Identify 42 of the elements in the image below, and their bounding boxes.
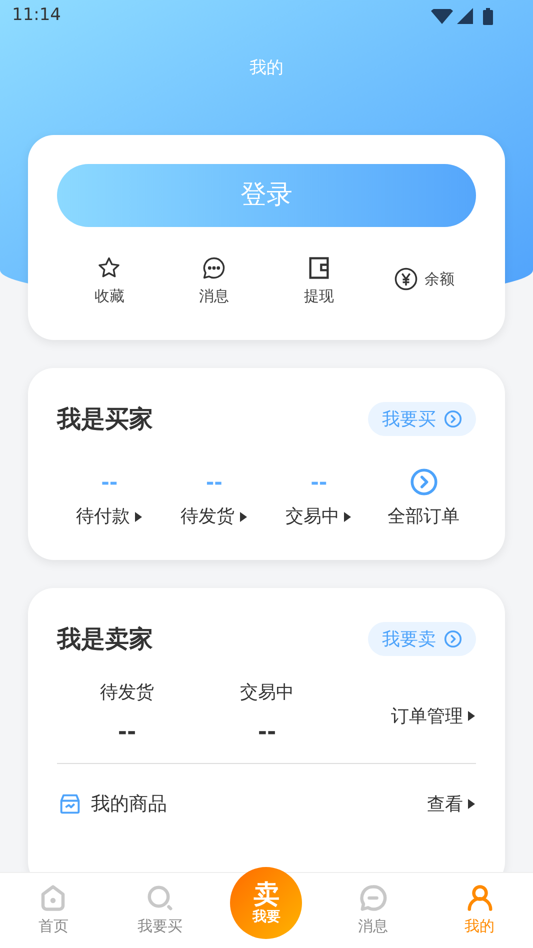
order-link[interactable]: 待发货 [180,503,248,530]
yuan-icon [392,266,419,292]
order-count: -- [101,469,118,496]
page-title: 我的 [250,57,284,80]
order-link[interactable]: 全部订单 [388,503,460,530]
order-count: -- [310,469,328,496]
order-link[interactable]: 待付款 [76,503,143,530]
sell-label: 卖 [253,882,280,908]
section-title: 我是卖家 [57,624,153,655]
battery-icon [483,8,493,24]
caret-icon [467,798,476,810]
caret-icon [467,710,476,722]
nav-tab[interactable]: 我要买 [106,873,214,948]
my-goods-label: 我的商品 [91,792,167,817]
caret-icon [134,510,143,522]
chevron-circle-icon [444,410,462,428]
status-time: 11:14 [12,4,61,28]
signal-icon [457,8,473,24]
shortcut-label[interactable]: 余额 [424,268,455,290]
order-management-link[interactable]: 订单管理 [391,702,476,730]
stat-label: 待发货 [100,681,154,705]
stat-label: 交易中 [240,681,294,705]
shortcut-label[interactable]: 提现 [304,285,334,308]
caret-icon [343,510,352,522]
stat-value: -- [118,719,136,747]
section-title: 我是买家 [57,404,153,435]
search-icon [144,883,175,914]
stat-value: -- [258,719,276,747]
wifi-icon [431,8,453,24]
shortcut-label[interactable]: 收藏 [94,285,124,308]
chat-icon [201,255,228,281]
sell-sublabel: 我要 [252,910,280,924]
shortcut-label[interactable]: 消息 [199,285,230,308]
nav-tab[interactable]: 首页 [0,873,107,948]
order-link[interactable]: 交易中 [285,503,352,530]
order-count: -- [206,469,222,496]
view-link[interactable]: 查看 [427,790,476,818]
chevron-circle-icon [444,630,462,648]
nav-tab[interactable]: 消息 [320,873,426,948]
chevron-circle-icon [410,468,438,496]
caret-icon [238,510,248,522]
chat-icon [358,883,388,914]
